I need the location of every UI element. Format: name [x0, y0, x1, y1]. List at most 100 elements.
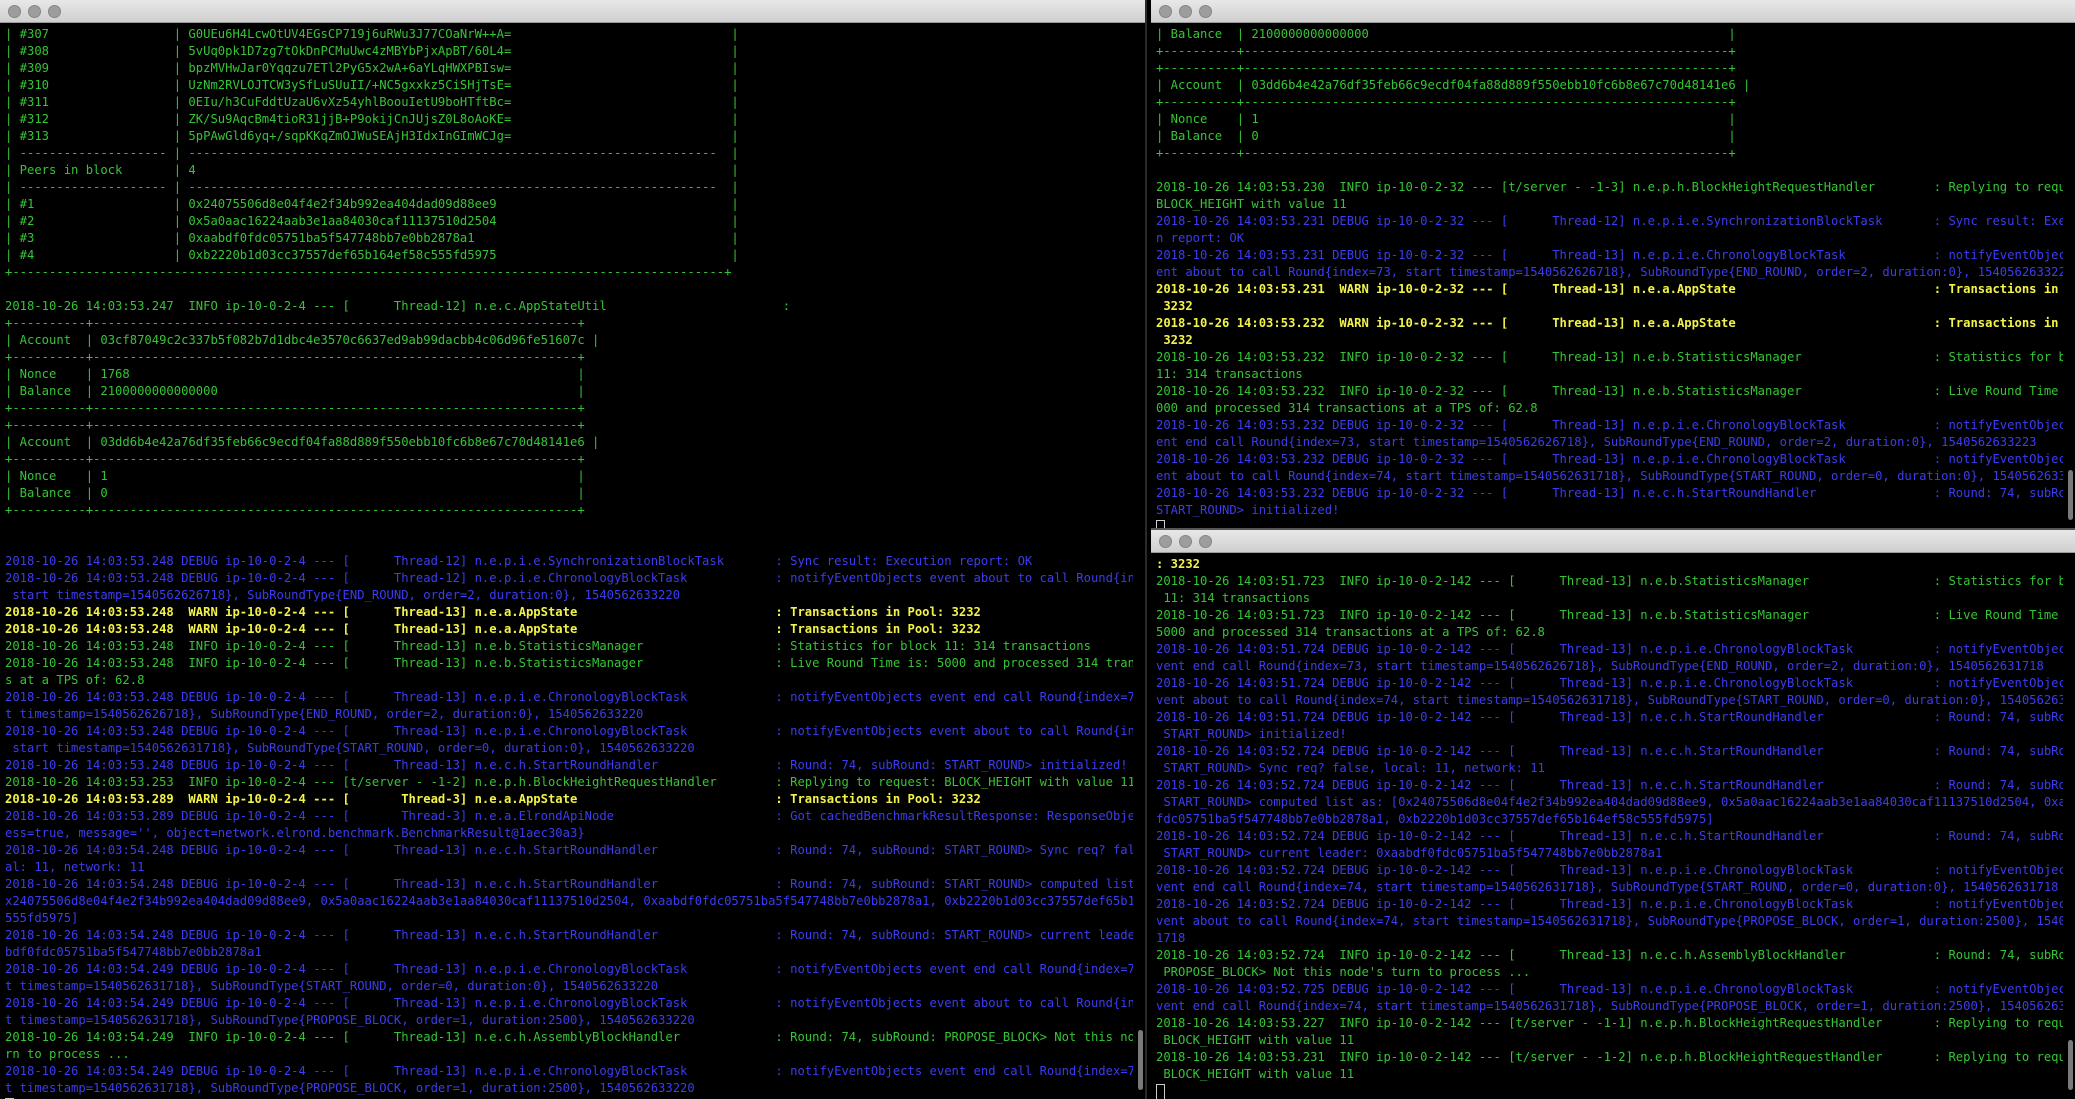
- log-line: t timestamp=1540562626718}, SubRoundType…: [5, 707, 644, 721]
- log-line: fdc05751ba5f547748bb7e0bb2878a1, 0xb2220…: [1156, 812, 1714, 826]
- log-line: | -------------------- | ---------------…: [5, 146, 739, 160]
- log-line: | Nonce | 1768 |: [5, 367, 585, 381]
- scrollbar[interactable]: [2068, 470, 2073, 520]
- close-window-button[interactable]: [1159, 5, 1172, 18]
- log-line: 555fd5975]: [5, 911, 79, 925]
- log-line: +----------+----------------------------…: [5, 350, 585, 364]
- log-line: vent end call Round{index=74, start time…: [1156, 880, 2059, 894]
- log-line: 2018-10-26 14:03:53.231 INFO ip-10-0-2-1…: [1156, 1050, 2063, 1064]
- log-line: 3232: [1156, 299, 1193, 313]
- log-line: 2018-10-26 14:03:53.232 DEBUG ip-10-0-2-…: [1156, 486, 2063, 500]
- log-line: 2018-10-26 14:03:54.249 INFO ip-10-0-2-4…: [5, 1030, 1133, 1044]
- log-line: START_ROUND> current leader: 0xaabdf0fdc…: [1156, 846, 1663, 860]
- log-line: 2018-10-26 14:03:53.248 WARN ip-10-0-2-4…: [5, 605, 981, 619]
- log-line: vent end call Round{index=73, start time…: [1156, 659, 2044, 673]
- log-line: +----------+----------------------------…: [5, 401, 585, 415]
- log-line: 2018-10-26 14:03:53.232 DEBUG ip-10-0-2-…: [1156, 418, 2063, 432]
- log-line: 2018-10-26 14:03:54.248 DEBUG ip-10-0-2-…: [5, 928, 1133, 942]
- log-line: 2018-10-26 14:03:53.248 DEBUG ip-10-0-2-…: [5, 690, 1133, 704]
- log-line: 2018-10-26 14:03:53.227 INFO ip-10-0-2-1…: [1156, 1016, 2063, 1030]
- log-line: +----------+----------------------------…: [1156, 44, 1736, 58]
- log-line: 1718: [1156, 931, 1186, 945]
- log-line: 2018-10-26 14:03:53.248 DEBUG ip-10-0-2-…: [5, 571, 1133, 585]
- log-line: +----------+----------------------------…: [1156, 95, 1736, 109]
- log-line: 2018-10-26 14:03:53.232 INFO ip-10-0-2-3…: [1156, 384, 2063, 398]
- log-line: 2018-10-26 14:03:53.248 WARN ip-10-0-2-4…: [5, 622, 981, 636]
- log-line: 2018-10-26 14:03:53.253 INFO ip-10-0-2-4…: [5, 775, 1133, 789]
- log-line: 2018-10-26 14:03:51.724 DEBUG ip-10-0-2-…: [1156, 642, 2063, 656]
- log-line: +----------+----------------------------…: [1156, 146, 1736, 160]
- terminal-window-left[interactable]: | #307 | G0UEu6H4LcwOtUV4EGsCP719j6uRWu3…: [0, 0, 1147, 1099]
- log-line: 2018-10-26 14:03:53.231 DEBUG ip-10-0-2-…: [1156, 248, 2063, 262]
- log-line: | #3 | 0xaabdf0fdc05751ba5f547748bb7e0bb…: [5, 231, 739, 245]
- zoom-window-button[interactable]: [1199, 5, 1212, 18]
- log-line: +----------+----------------------------…: [5, 503, 585, 517]
- log-line: 2018-10-26 14:03:54.248 DEBUG ip-10-0-2-…: [5, 877, 1133, 891]
- log-line: | #309 | bpzMVHwJar0Yqqzu7ETl2PyG5x2wA+6…: [5, 61, 739, 75]
- log-line: | Account | 03dd6b4e42a76df35feb66c9ecdf…: [1156, 78, 1751, 92]
- terminal-cursor[interactable]: [1156, 519, 2063, 528]
- log-line: t timestamp=1540562631718}, SubRoundType…: [5, 979, 659, 993]
- log-line: ent about to call Round{index=73, start …: [1156, 265, 2063, 279]
- terminal-window-top-right[interactable]: | Balance | 2100000000000000 | +---------…: [1151, 0, 2075, 528]
- log-line: 2018-10-26 14:03:54.249 DEBUG ip-10-0-2-…: [5, 962, 1133, 976]
- terminal-output: | #307 | G0UEu6H4LcwOtUV4EGsCP719j6uRWu3…: [5, 26, 1133, 1099]
- minimize-window-button[interactable]: [1179, 5, 1192, 18]
- close-window-button[interactable]: [8, 5, 21, 18]
- log-line: 2018-10-26 14:03:54.249 DEBUG ip-10-0-2-…: [5, 1064, 1133, 1078]
- terminal-output: | Balance | 2100000000000000 | +---------…: [1156, 26, 2063, 528]
- window-titlebar[interactable]: [1151, 530, 2075, 553]
- log-line: bdf0fdc05751ba5f547748bb7e0bb2878a1: [5, 945, 262, 959]
- terminal-cursor[interactable]: [1156, 1083, 2063, 1099]
- log-line: 5000 and processed 314 transactions at a…: [1156, 625, 1545, 639]
- log-line: 2018-10-26 14:03:52.724 DEBUG ip-10-0-2-…: [1156, 744, 2063, 758]
- log-line: rn to process ...: [5, 1047, 130, 1061]
- close-window-button[interactable]: [1159, 535, 1172, 548]
- scrollbar[interactable]: [2068, 1040, 2073, 1090]
- log-line: vent end call Round{index=74, start time…: [1156, 999, 2063, 1013]
- log-line: | -------------------- | ---------------…: [5, 180, 739, 194]
- zoom-window-button[interactable]: [1199, 535, 1212, 548]
- log-line: +----------+----------------------------…: [1156, 61, 1736, 75]
- log-line: vent about to call Round{index=74, start…: [1156, 693, 2063, 707]
- log-line: BLOCK_HEIGHT with value 11: [1156, 1033, 1355, 1047]
- log-line: +----------+----------------------------…: [5, 418, 585, 432]
- log-line: x24075506d8e04f4e2f34b992ea404dad09d88ee…: [5, 894, 1133, 908]
- log-line: 2018-10-26 14:03:52.724 DEBUG ip-10-0-2-…: [1156, 897, 2063, 911]
- log-line: 2018-10-26 14:03:53.230 INFO ip-10-0-2-3…: [1156, 180, 2063, 194]
- log-line: | #308 | 5vUq0pk1D7zg7tOkDnPCMuUwc4zMBYb…: [5, 44, 739, 58]
- minimize-window-button[interactable]: [1179, 535, 1192, 548]
- log-line: +---------------------------------------…: [5, 265, 732, 279]
- terminal-window-bottom-right[interactable]: : 3232 2018-10-26 14:03:51.723 INFO ip-10…: [1151, 528, 2075, 1099]
- window-titlebar[interactable]: [0, 0, 1145, 23]
- log-line: 2018-10-26 14:03:53.247 INFO ip-10-0-2-4…: [5, 299, 791, 313]
- log-line: | #310 | UzNm2RVLOJTCW3ySfLuSUuII/+NC5gx…: [5, 78, 739, 92]
- log-line: 2018-10-26 14:03:53.232 WARN ip-10-0-2-3…: [1156, 316, 2063, 330]
- log-line: START_ROUND> Sync req? false, local: 11,…: [1156, 761, 1545, 775]
- log-line: +----------+----------------------------…: [5, 316, 585, 330]
- log-line: : 3232: [1156, 557, 1201, 571]
- terminal-output: : 3232 2018-10-26 14:03:51.723 INFO ip-10…: [1156, 556, 2063, 1099]
- log-line: s at a TPS of: 62.8: [5, 673, 145, 687]
- minimize-window-button[interactable]: [28, 5, 41, 18]
- log-line: 2018-10-26 14:03:51.723 INFO ip-10-0-2-1…: [1156, 574, 2063, 588]
- log-line: +----------+----------------------------…: [5, 452, 585, 466]
- log-line: 2018-10-26 14:03:53.248 INFO ip-10-0-2-4…: [5, 639, 1091, 653]
- log-line: START_ROUND> initialized!: [1156, 503, 1340, 517]
- log-line: 2018-10-26 14:03:53.248 DEBUG ip-10-0-2-…: [5, 724, 1133, 738]
- zoom-window-button[interactable]: [48, 5, 61, 18]
- log-line: 2018-10-26 14:03:53.232 DEBUG ip-10-0-2-…: [1156, 452, 2063, 466]
- log-line: | Balance | 2100000000000000 |: [1156, 27, 1736, 41]
- log-line: 3232: [1156, 333, 1193, 347]
- log-line: | Nonce | 1 |: [1156, 112, 1736, 126]
- log-line: | Balance | 0 |: [1156, 129, 1736, 143]
- log-line: al: 11, network: 11: [5, 860, 145, 874]
- log-line: 2018-10-26 14:03:53.232 INFO ip-10-0-2-3…: [1156, 350, 2063, 364]
- log-line: 2018-10-26 14:03:53.248 DEBUG ip-10-0-2-…: [5, 758, 1128, 772]
- log-line: PROPOSE_BLOCK> Not this node's turn to p…: [1156, 965, 1531, 979]
- window-titlebar[interactable]: [1151, 0, 2075, 23]
- scrollbar[interactable]: [1138, 1030, 1143, 1090]
- log-line: 2018-10-26 14:03:53.248 INFO ip-10-0-2-4…: [5, 656, 1133, 670]
